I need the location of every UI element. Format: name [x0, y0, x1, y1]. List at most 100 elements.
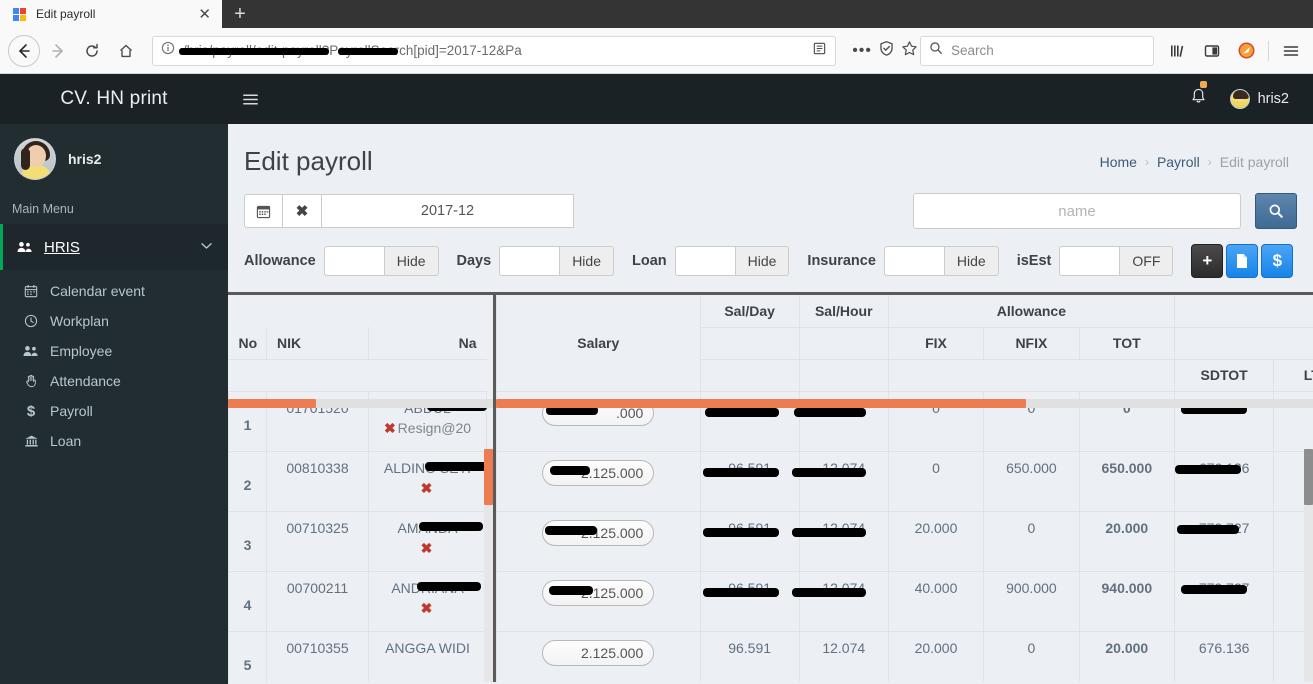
name-redaction-bar — [417, 581, 481, 591]
forward-button[interactable] — [42, 35, 74, 67]
header-allowance-tot[interactable]: TOT — [1078, 326, 1176, 360]
back-button[interactable] — [8, 34, 40, 67]
user-menu[interactable]: hris2 — [1229, 89, 1289, 109]
filter-label-days: Days — [456, 253, 492, 269]
sidebar: hris2 Main Menu HRIS Calendar event Work… — [0, 124, 228, 684]
header-no[interactable]: No — [228, 327, 267, 360]
extension-icon[interactable] — [1232, 37, 1260, 65]
filter-group-loan: Hide — [674, 246, 790, 276]
insurance-input[interactable] — [883, 246, 944, 276]
table-row[interactable]: 96.591 12.074 0 650.000 650.000 — [496, 450, 1313, 512]
reload-button[interactable] — [76, 35, 108, 67]
close-tab-icon[interactable]: ✕ — [195, 7, 214, 22]
bookmark-star-icon[interactable] — [901, 40, 918, 62]
days-input[interactable] — [499, 246, 560, 276]
browser-tab-strip: Edit payroll ✕ + — [0, 0, 1313, 28]
cell-name: ANDRIANA ✖ — [368, 570, 487, 632]
header-row-1: Salary Sal/Day Sal/Hour Allowance Attend… — [496, 295, 1313, 392]
sidebar-toggle-icon[interactable] — [1198, 37, 1226, 65]
shield-icon[interactable] — [878, 40, 895, 62]
menu-icon[interactable] — [1277, 37, 1305, 65]
header-sal-hour[interactable]: Sal/Hour — [798, 295, 889, 328]
table-row[interactable]: 96.591 12.074 20.000 0 20.000 676.136 0 … — [496, 630, 1313, 682]
header-allowance-nfix[interactable]: NFIX — [983, 326, 1080, 360]
salary-input[interactable] — [542, 639, 655, 666]
sidebar-item-attendance[interactable]: Attendance — [0, 366, 228, 396]
right-vertical-scrollbar[interactable] — [1304, 449, 1313, 682]
new-tab-button[interactable]: + — [222, 0, 258, 28]
users-icon — [22, 344, 40, 358]
grid-left-pane: No NIK Na 1 ✖ Resign@20 2 00810338 ALDIN… — [228, 295, 496, 682]
sidebar-toggle-button[interactable] — [228, 91, 272, 108]
loan-hide-button[interactable]: Hide — [734, 246, 790, 276]
clear-date-button[interactable]: ✖ — [283, 194, 322, 228]
allowance-input[interactable] — [323, 246, 384, 276]
ellipsis-icon[interactable]: ••• — [852, 42, 872, 60]
employee-status: Resign@20 — [397, 419, 472, 436]
redaction-bar — [1175, 464, 1242, 474]
sidebar-item-workplan[interactable]: Workplan — [0, 306, 228, 336]
isest-off-button[interactable]: OFF — [1119, 246, 1174, 276]
name-search-input[interactable] — [913, 193, 1241, 229]
period-date-input[interactable] — [322, 194, 574, 228]
cell-allowance-fix: 20.000 — [887, 630, 985, 682]
page-info-icon[interactable] — [161, 41, 175, 60]
sidebar-profile[interactable]: hris2 — [0, 124, 228, 196]
header-ltot[interactable]: LTOT — [1273, 358, 1313, 392]
insurance-hide-button[interactable]: Hide — [943, 246, 999, 276]
payment-button[interactable]: $ — [1261, 244, 1294, 278]
cell-sal-hour: 12.074 — [791, 450, 889, 512]
url-redaction-bar — [179, 47, 329, 55]
table-row[interactable]: 96.591 12.074 20.000 0 20.000 — [496, 510, 1313, 572]
sidebar-item-calendar-event[interactable]: Calendar event — [0, 276, 228, 306]
table-row[interactable]: 5 00710355 ANGGA WIDI — [228, 630, 487, 682]
grid-left-head: No NIK Na — [228, 295, 487, 391]
status-icon: ✖ — [420, 539, 433, 556]
cell-no: 4 — [228, 570, 267, 632]
header-salary[interactable]: Salary — [496, 295, 701, 392]
table-row[interactable]: 2 00810338 ALDINO SETI ✖ — [228, 450, 487, 512]
header-sal-day[interactable]: Sal/Day — [699, 295, 800, 328]
header-nik[interactable]: NIK — [266, 327, 369, 360]
right-horizontal-scrollbar[interactable] — [496, 399, 1313, 408]
sidebar-item-payroll[interactable]: $ Payroll — [0, 396, 228, 426]
cell-nik: 00710325 — [266, 510, 369, 572]
calendar-picker-button[interactable] — [244, 194, 283, 228]
table-row[interactable]: 4 00700211 ANDRIANA ✖ — [228, 570, 487, 632]
table-row[interactable]: 3 00710325 AMANDA ✖ — [228, 510, 487, 572]
notifications-button[interactable] — [1189, 81, 1208, 111]
filter-toolbar: ✖ Allowance Hide Days — [228, 177, 1313, 278]
sidebar-item-loan[interactable]: Loan — [0, 426, 228, 456]
avatar — [1229, 89, 1250, 109]
days-hide-button[interactable]: Hide — [559, 246, 614, 276]
redaction-bar — [791, 587, 866, 597]
hand-icon — [22, 374, 40, 388]
report-button[interactable] — [1226, 244, 1259, 278]
browser-search-bar[interactable]: Search — [920, 35, 1154, 66]
left-horizontal-scrollbar[interactable] — [228, 399, 493, 408]
url-bar[interactable]: /hris/payroll/edit-payroll?PayrollSearch… — [152, 35, 837, 66]
breadcrumb-payroll[interactable]: Payroll — [1157, 154, 1200, 170]
cell-sal-day: 96.591 — [699, 570, 800, 632]
breadcrumb-home[interactable]: Home — [1100, 154, 1137, 170]
sidebar-item-employee[interactable]: Employee — [0, 336, 228, 366]
search-button[interactable] — [1255, 193, 1297, 229]
reader-mode-icon[interactable] — [812, 41, 827, 61]
library-icon[interactable] — [1164, 37, 1192, 65]
loan-input[interactable] — [674, 246, 735, 276]
header-name[interactable]: Na — [368, 327, 487, 360]
cell-allowance-nfix: 650.000 — [983, 450, 1080, 512]
table-row[interactable]: 96.591 12.074 40.000 900.000 940.000 — [496, 570, 1313, 632]
add-button[interactable]: + — [1191, 244, 1224, 278]
app-brand[interactable]: CV. HN print — [0, 74, 228, 124]
header-sdtot[interactable]: SDTOT — [1174, 358, 1275, 392]
cell-salary — [496, 630, 701, 682]
header-allowance-fix[interactable]: FIX — [887, 326, 985, 360]
browser-tab[interactable]: Edit payroll ✕ — [0, 0, 222, 28]
app-header: CV. HN print hris2 — [0, 74, 1313, 124]
isest-input[interactable] — [1059, 246, 1120, 276]
left-vertical-scrollbar[interactable] — [484, 449, 493, 682]
sidebar-item-hris[interactable]: HRIS — [0, 224, 228, 270]
allowance-hide-button[interactable]: Hide — [383, 246, 439, 276]
home-button[interactable] — [110, 35, 142, 67]
